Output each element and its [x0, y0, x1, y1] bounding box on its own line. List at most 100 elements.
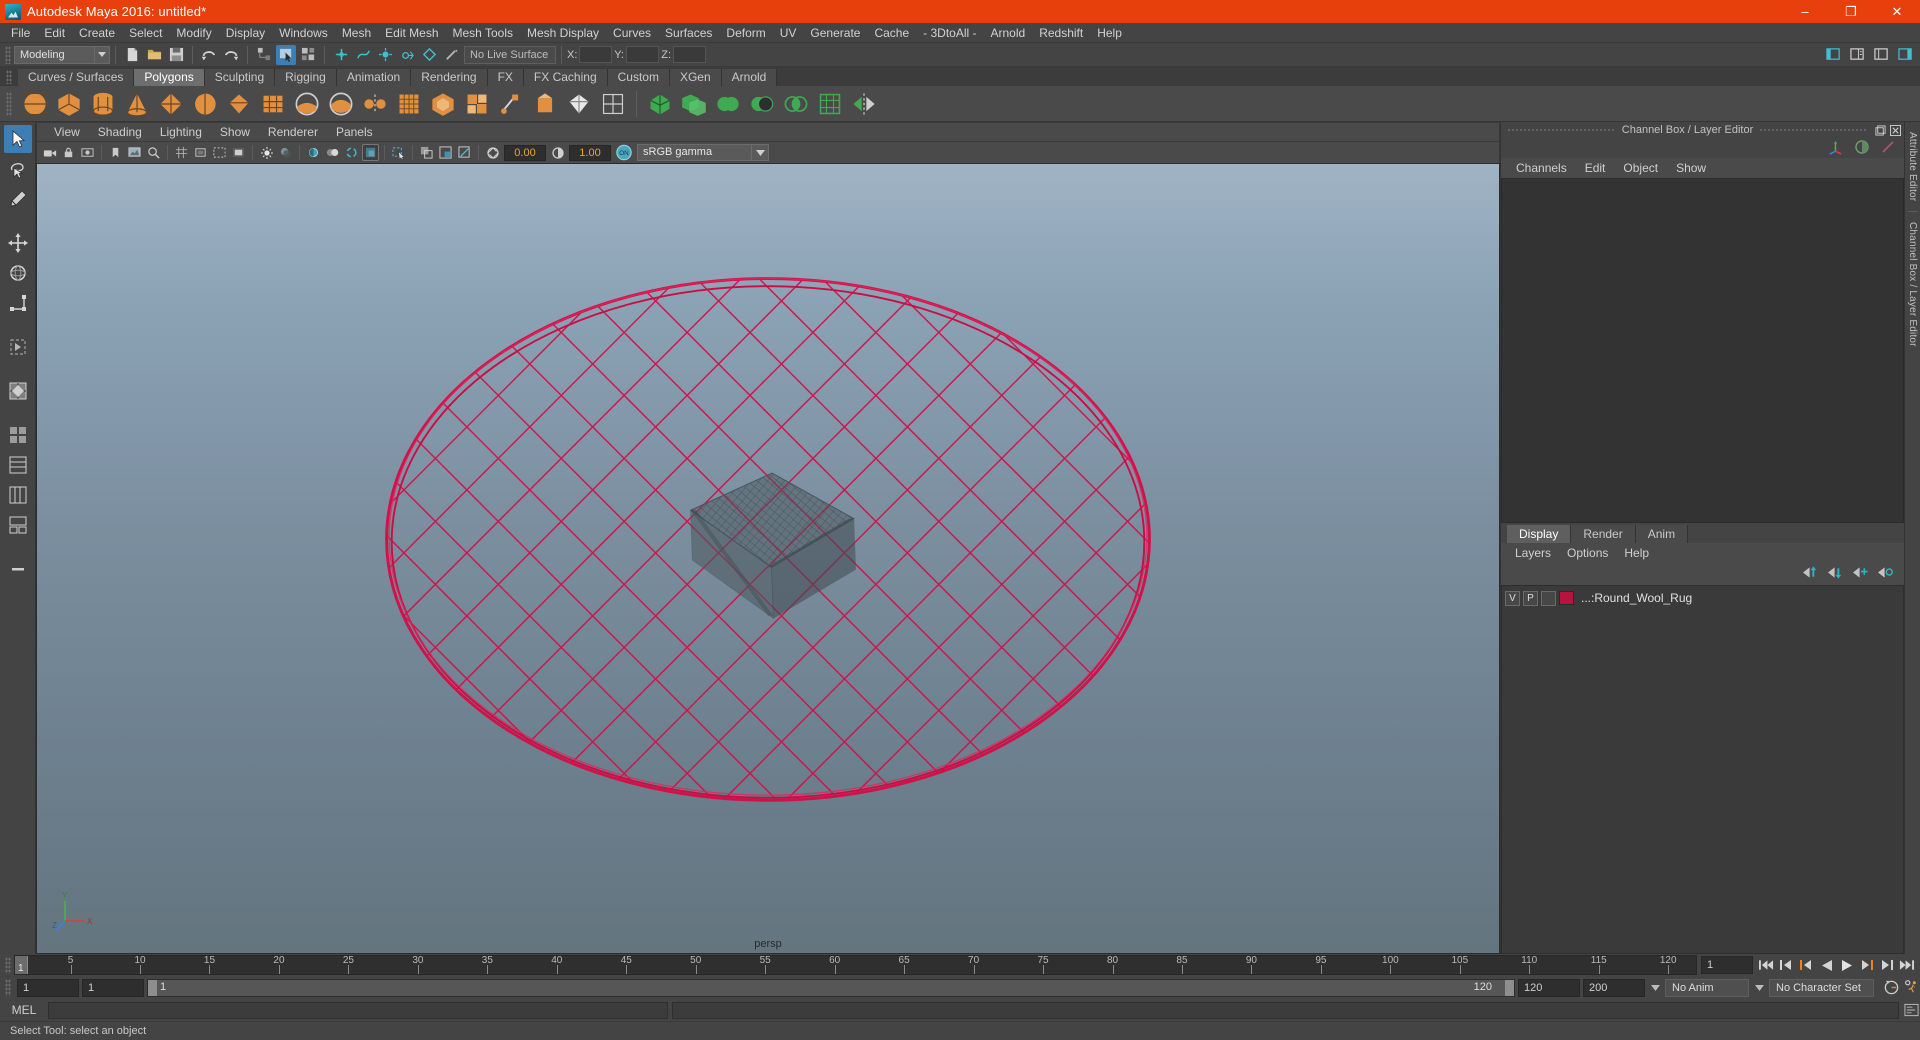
go-to-start-icon[interactable] [1758, 957, 1775, 974]
play-backwards-icon[interactable] [1818, 957, 1835, 974]
four-view-layout-icon[interactable] [4, 421, 32, 449]
panel-drag-dots-right[interactable] [1759, 127, 1868, 133]
shelf-tab-xgen[interactable]: XGen [669, 69, 722, 86]
poly-pyramid-icon[interactable] [360, 89, 390, 119]
xray-joints-icon[interactable] [437, 144, 454, 161]
animation-start-time-field[interactable]: 1 [17, 978, 79, 997]
poly-cone-icon[interactable] [122, 89, 152, 119]
perspective-viewport[interactable]: Y X Z persp [36, 163, 1500, 954]
maximize-button[interactable]: ❐ [1828, 0, 1874, 23]
persp-outliner-layout-icon[interactable] [4, 451, 32, 479]
poly-cube-icon[interactable] [54, 89, 84, 119]
persp-graph-layout-icon[interactable] [4, 481, 32, 509]
combine-icon[interactable] [645, 89, 675, 119]
new-layer-icon[interactable] [1853, 566, 1869, 582]
auto-keyframe-icon[interactable] [1883, 979, 1900, 996]
channel-box-rail-label[interactable]: Channel Box / Layer Editor [1907, 216, 1918, 353]
mirror-icon[interactable] [849, 89, 879, 119]
gamma-value-field[interactable]: 1.00 [569, 144, 611, 161]
resolution-gate-icon[interactable] [211, 144, 228, 161]
attribute-editor-icon[interactable] [1847, 45, 1867, 65]
menu-cache[interactable]: Cache [867, 23, 916, 43]
multisample-icon[interactable] [343, 144, 360, 161]
menu-edit[interactable]: Edit [37, 23, 72, 43]
close-panel-icon[interactable] [1889, 124, 1902, 137]
menu-redshift[interactable]: Redshift [1032, 23, 1090, 43]
viewport-menu-panels[interactable]: Panels [327, 123, 382, 141]
channel-box-content[interactable] [1501, 178, 1904, 523]
move-layer-down-icon[interactable] [1828, 566, 1844, 582]
image-plane-icon[interactable] [126, 144, 143, 161]
attribute-editor-rail-label[interactable]: Attribute Editor [1907, 126, 1918, 207]
shelf-tab-sculpting[interactable]: Sculpting [204, 69, 276, 86]
channel-box-menu-edit[interactable]: Edit [1576, 159, 1615, 177]
shelf-tab-animation[interactable]: Animation [336, 69, 412, 86]
viewport-menu-show[interactable]: Show [211, 123, 259, 141]
gate-mask-icon[interactable] [230, 144, 247, 161]
exposure-value-field[interactable]: 0.00 [504, 144, 546, 161]
lock-camera-icon[interactable] [60, 144, 77, 161]
select-tool-icon[interactable] [3, 125, 32, 153]
current-frame-field[interactable]: 1 [1701, 956, 1753, 974]
animation-preferences-icon[interactable] [1903, 979, 1920, 996]
new-layer-from-selected-icon[interactable] [1878, 566, 1894, 582]
poly-ultra-shape-icon[interactable] [564, 89, 594, 119]
playback-end-time-field[interactable]: 120 [1518, 978, 1580, 997]
shelf-tab-arnold[interactable]: Arnold [721, 69, 778, 86]
shelf-tab-rigging[interactable]: Rigging [275, 69, 337, 86]
view-transform-field[interactable]: sRGB gamma [637, 144, 752, 161]
menu-windows[interactable]: Windows [272, 23, 335, 43]
poly-gear-icon[interactable] [428, 89, 458, 119]
menu-deform[interactable]: Deform [719, 23, 772, 43]
menu-curves[interactable]: Curves [606, 23, 658, 43]
menu-set-chevron-down-icon[interactable] [94, 45, 110, 64]
paint-select-tool-icon[interactable] [4, 185, 32, 213]
command-language-label[interactable]: MEL [4, 1003, 44, 1017]
range-slider-bar[interactable]: 1 120 [147, 978, 1515, 997]
script-editor-icon[interactable] [1903, 1002, 1920, 1019]
shape-channels-icon[interactable] [1854, 139, 1870, 158]
poly-superellipse-icon[interactable] [496, 89, 526, 119]
viewport-menu-view[interactable]: View [45, 123, 89, 141]
screen-space-ao-icon[interactable] [305, 144, 322, 161]
range-handle-right[interactable] [1505, 979, 1514, 996]
xray-toggle-icon[interactable] [418, 144, 435, 161]
layer-menu-options[interactable]: Options [1559, 544, 1616, 562]
display-layer-row[interactable]: V P ...:Round_Wool_Rug [1505, 589, 1900, 607]
shelf-tab-rendering[interactable]: Rendering [411, 69, 488, 86]
exposure-icon[interactable] [484, 144, 501, 161]
playback-start-time-field[interactable]: 1 [82, 978, 144, 997]
layer-visibility-toggle[interactable]: V [1505, 590, 1520, 606]
color-management-toggle[interactable]: ON [614, 144, 633, 161]
gamma-icon[interactable] [549, 144, 566, 161]
layer-editor-tab-display[interactable]: Display [1507, 525, 1572, 543]
menu-select[interactable]: Select [122, 23, 169, 43]
step-forward-key-icon[interactable] [1858, 957, 1875, 974]
viewport-menu-lighting[interactable]: Lighting [151, 123, 211, 141]
time-slider-playhead[interactable]: 1 [15, 956, 28, 974]
channel-box-menu-channels[interactable]: Channels [1507, 159, 1576, 177]
film-gate-icon[interactable] [192, 144, 209, 161]
display-layer-list[interactable]: V P ...:Round_Wool_Rug [1501, 585, 1904, 954]
select-camera-icon[interactable] [41, 144, 58, 161]
poly-prism-icon[interactable] [326, 89, 356, 119]
single-perspective-layout-icon[interactable] [4, 377, 32, 405]
move-tool-icon[interactable] [4, 229, 32, 257]
time-slider[interactable]: 1 5 10 15 20 25 30 35 40 45 50 55 60 65 70 75 80 85 90 95 1… [14, 955, 1697, 975]
poly-sphere-icon[interactable] [20, 89, 50, 119]
persp-hypershade-layout-icon[interactable] [4, 511, 32, 539]
menu-modify[interactable]: Modify [169, 23, 218, 43]
shelf-tab-curves-surfaces[interactable]: Curves / Surfaces [18, 69, 135, 86]
grid-toggle-icon[interactable] [173, 144, 190, 161]
undo-icon[interactable] [199, 45, 219, 65]
last-tool-used-icon[interactable] [4, 333, 32, 361]
play-forwards-icon[interactable] [1838, 957, 1855, 974]
anim-layer-chevron-down-icon[interactable] [1648, 979, 1662, 997]
rotate-tool-icon[interactable] [4, 259, 32, 287]
select-hierarchy-icon[interactable] [254, 45, 274, 65]
step-back-key-icon[interactable] [1798, 957, 1815, 974]
menu-set-selector[interactable]: Modeling [14, 45, 94, 64]
channel-box-icon[interactable] [1895, 45, 1915, 65]
axis-x-input[interactable] [579, 46, 612, 63]
float-panel-icon[interactable] [1874, 124, 1887, 137]
